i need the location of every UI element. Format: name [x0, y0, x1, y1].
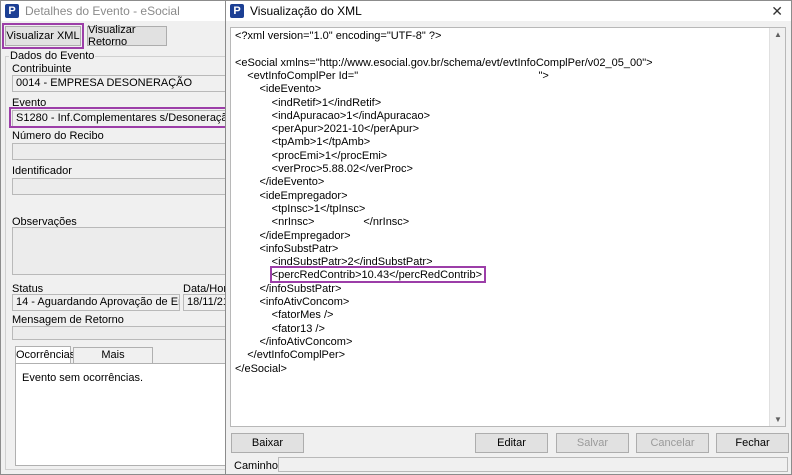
- xml-line: <fatorMes />: [235, 309, 334, 322]
- xml-line: <ideEvento>: [235, 83, 322, 96]
- xml-line: <indSubstPatr>2</indSubstPatr>: [235, 256, 433, 269]
- save-button[interactable]: Salvar: [556, 433, 629, 453]
- xml-line: <infoSubstPatr>: [235, 242, 339, 255]
- evento-field[interactable]: S1280 - Inf.Complementares s/Desoneração…: [12, 110, 234, 127]
- download-button[interactable]: Baixar: [231, 433, 304, 453]
- ocorrencias-panel: Evento sem ocorrências.: [15, 363, 234, 466]
- event-details-titlebar: P Detalhes do Evento - eSocial: [1, 1, 232, 21]
- event-details-window: P Detalhes do Evento - eSocial Visualiza…: [0, 0, 234, 475]
- edit-button[interactable]: Editar: [475, 433, 548, 453]
- xml-line: </infoAtivConcom>: [235, 335, 353, 348]
- xml-line: <perApur>2021-10</perApur>: [235, 123, 420, 136]
- xml-line: <procEmi>1</procEmi>: [235, 149, 388, 162]
- xml-viewer-window: P Visualização do XML ✕ ▲ ▼ <?xml versio…: [225, 0, 792, 475]
- xml-line: <ideEmpregador>: [235, 189, 348, 202]
- identificador-field[interactable]: [12, 178, 234, 195]
- xml-line: <tpAmb>1</tpAmb>: [235, 136, 371, 149]
- xml-vertical-scrollbar[interactable]: ▲ ▼: [769, 28, 785, 426]
- mensagem-label: Mensagem de Retorno: [12, 314, 124, 326]
- xml-line: </infoSubstPatr>: [235, 282, 342, 295]
- xml-line: <nrInsc> </nrInsc>: [235, 216, 410, 229]
- view-xml-button[interactable]: Visualizar XML: [5, 26, 81, 46]
- cancel-button[interactable]: Cancelar: [636, 433, 709, 453]
- path-field[interactable]: [278, 457, 788, 472]
- contribuinte-label: Contribuinte: [12, 63, 72, 75]
- xml-line: <verProc>5.88.02</verProc>: [235, 163, 413, 175]
- scroll-down-icon[interactable]: ▼: [770, 415, 785, 424]
- app-logo-icon: P: [230, 4, 244, 18]
- app-logo-icon: P: [5, 4, 19, 18]
- scroll-up-icon[interactable]: ▲: [770, 30, 785, 39]
- xml-window-title: Visualização do XML: [250, 4, 362, 18]
- close-button[interactable]: Fechar: [716, 433, 789, 453]
- xml-line: <infoAtivConcom>: [235, 296, 350, 308]
- xml-line: <indRetif>1</indRetif>: [235, 96, 382, 109]
- group-title: Dados do Evento: [9, 50, 96, 62]
- tab-ocorrencias[interactable]: Ocorrências: [15, 346, 75, 363]
- recibo-field[interactable]: [12, 143, 234, 160]
- window-title: Detalhes do Evento - eSocial: [25, 4, 180, 18]
- xml-line: </evtInfoComplPer>: [235, 349, 346, 362]
- xml-line: <fator13 />: [235, 322, 325, 335]
- xml-line: </ideEmpregador>: [235, 229, 351, 242]
- contribuinte-field[interactable]: 0014 - EMPRESA DESONERAÇÃO: [12, 75, 234, 92]
- identificador-label: Identificador: [12, 165, 72, 177]
- status-field[interactable]: 14 - Aguardando Aprovação de Envio: [12, 294, 180, 311]
- evento-label: Evento: [12, 97, 47, 109]
- xml-content-area[interactable]: ▲ ▼ <?xml version="1.0" encoding="UTF-8"…: [230, 27, 786, 427]
- xml-line: <indApuracao>1</indApuracao>: [235, 109, 431, 122]
- xml-line: <evtInfoComplPer Id=" ">: [235, 69, 549, 82]
- xml-line: <percRedContrib>10.43</percRedContrib>: [235, 269, 483, 282]
- mensagem-field[interactable]: [12, 326, 234, 340]
- tab-mais-informacoes[interactable]: Mais Informações: [73, 347, 153, 376]
- ocorrencias-text: Evento sem ocorrências.: [22, 372, 144, 384]
- recibo-label: Número do Recibo: [12, 130, 104, 142]
- xml-line: <?xml version="1.0" encoding="UTF-8" ?>: [235, 30, 442, 42]
- xml-line: <tpInsc>1</tpInsc>: [235, 202, 366, 215]
- xml-viewer-titlebar: P Visualização do XML ✕: [226, 1, 791, 21]
- xml-line: </ideEvento>: [235, 176, 325, 189]
- observacoes-field[interactable]: [12, 227, 234, 275]
- close-icon[interactable]: ✕: [771, 3, 783, 20]
- path-label: Caminho:: [234, 460, 282, 472]
- xml-line: <eSocial xmlns="http://www.esocial.gov.b…: [235, 56, 653, 69]
- xml-line: </eSocial>: [235, 362, 287, 375]
- view-return-button[interactable]: Visualizar Retorno: [87, 24, 167, 48]
